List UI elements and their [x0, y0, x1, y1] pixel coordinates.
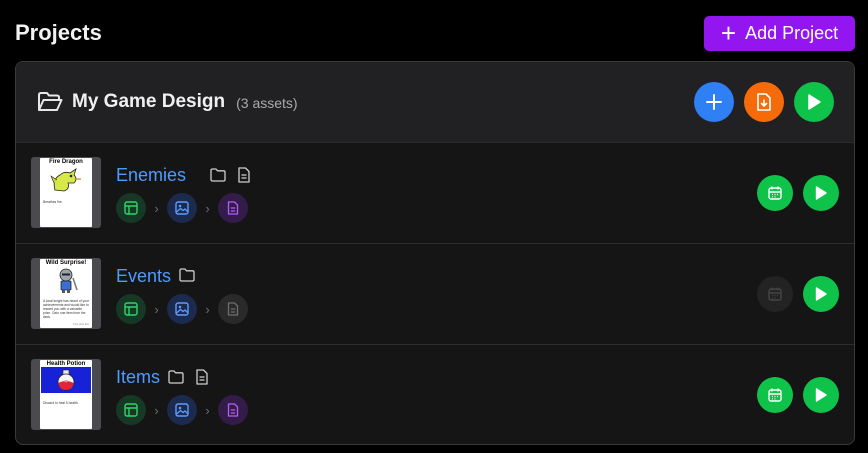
document-icon	[227, 403, 239, 417]
dragon-icon	[50, 168, 81, 192]
document-icon[interactable]	[237, 167, 251, 183]
add-project-label: Add Project	[745, 23, 839, 43]
asset-pipeline: › ›	[116, 294, 248, 324]
play-icon	[815, 287, 827, 301]
play-all-button[interactable]	[794, 82, 834, 122]
calendar-icon	[768, 186, 782, 200]
play-icon	[815, 186, 827, 200]
document-icon	[227, 302, 239, 316]
card-thumbnail[interactable]: Wild Surprise! A local knight has heard …	[31, 258, 101, 329]
calendar-icon	[768, 388, 782, 402]
asset-pipeline: › ›	[116, 395, 248, 425]
document-icon	[227, 201, 239, 215]
card-footer: Fine print text	[73, 323, 89, 326]
play-icon	[815, 388, 827, 402]
project-name: My Game Design	[72, 91, 226, 112]
asset-row: Wild Surprise! A local knight has heard …	[16, 244, 854, 345]
add-asset-button[interactable]	[694, 82, 734, 122]
image-icon	[175, 403, 189, 417]
document-step[interactable]	[218, 294, 248, 324]
asset-count: (3 assets)	[236, 95, 298, 111]
asset-name[interactable]: Enemies	[116, 165, 186, 186]
image-icon	[175, 201, 189, 215]
asset-name[interactable]: Items	[116, 367, 160, 388]
play-button[interactable]	[803, 175, 839, 211]
asset-pipeline: › ›	[116, 193, 248, 223]
table-icon	[124, 302, 138, 316]
document-step[interactable]	[218, 395, 248, 425]
file-download-icon	[757, 93, 771, 111]
schedule-button[interactable]	[757, 377, 793, 413]
table-step[interactable]	[116, 193, 146, 223]
play-button[interactable]	[803, 377, 839, 413]
card-text: Discard to heal 5 health.	[43, 401, 79, 405]
asset-row: Health Potion Discard to heal 5 health. …	[16, 345, 854, 444]
asset-row: Fire Dragon Breathes fire. Enemies › ›	[16, 143, 854, 244]
calendar-icon	[768, 287, 782, 301]
table-step[interactable]	[116, 395, 146, 425]
chevron-right-icon: ›	[154, 200, 159, 216]
table-icon	[124, 201, 138, 215]
image-step[interactable]	[167, 193, 197, 223]
add-project-button[interactable]: + Add Project	[704, 16, 855, 51]
folder-icon[interactable]	[179, 268, 195, 282]
folder-open-icon	[38, 92, 63, 111]
potion-icon	[41, 367, 91, 393]
folder-icon[interactable]	[168, 370, 184, 384]
table-icon	[124, 403, 138, 417]
document-icon[interactable]	[195, 369, 209, 385]
card-preview: Health Potion Discard to heal 5 health.	[40, 360, 92, 429]
image-icon	[175, 302, 189, 316]
document-step[interactable]	[218, 193, 248, 223]
plus-icon: +	[720, 17, 737, 48]
project-header: My Game Design (3 assets)	[16, 62, 854, 143]
knight-icon	[59, 268, 78, 293]
card-preview: Fire Dragon Breathes fire.	[40, 158, 92, 227]
export-button[interactable]	[744, 82, 784, 122]
chevron-right-icon: ›	[205, 301, 210, 317]
card-thumbnail[interactable]: Health Potion Discard to heal 5 health.	[31, 359, 101, 430]
page-title: Projects	[15, 20, 102, 45]
chevron-right-icon: ›	[154, 402, 159, 418]
plus-icon	[706, 94, 722, 110]
table-step[interactable]	[116, 294, 146, 324]
image-step[interactable]	[167, 294, 197, 324]
schedule-button-disabled	[757, 276, 793, 312]
image-step[interactable]	[167, 395, 197, 425]
play-button[interactable]	[803, 276, 839, 312]
play-icon	[808, 94, 821, 110]
card-thumbnail[interactable]: Fire Dragon Breathes fire.	[31, 157, 101, 228]
card-preview: Wild Surprise! A local knight has heard …	[40, 259, 92, 328]
chevron-right-icon: ›	[154, 301, 159, 317]
folder-icon[interactable]	[210, 168, 226, 182]
chevron-right-icon: ›	[205, 402, 210, 418]
card-text: A local knight has heard of your achieve…	[43, 299, 90, 320]
asset-name[interactable]: Events	[116, 266, 171, 287]
card-text: Breathes fire.	[43, 200, 63, 204]
chevron-right-icon: ›	[205, 200, 210, 216]
project-panel: My Game Design (3 assets) Fire Dragon Br…	[15, 61, 855, 445]
schedule-button[interactable]	[757, 175, 793, 211]
